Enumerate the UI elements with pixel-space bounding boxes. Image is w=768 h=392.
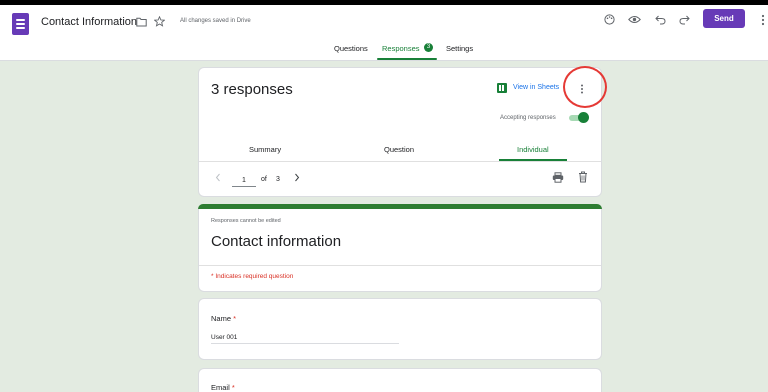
question-title: Name [211,314,232,323]
top-bar: Contact Information All changes saved in… [0,5,768,61]
pagination-total: 3 [276,176,280,183]
divider [199,265,601,266]
more-options-icon[interactable] [576,83,588,95]
question-card-name: Name * User 001 [198,298,602,360]
active-tab-indicator [377,58,437,60]
chevron-left-icon[interactable] [215,173,221,182]
subtab-question[interactable]: Question [384,145,414,154]
form-title: Contact information [211,233,342,250]
undo-icon[interactable] [655,15,666,25]
question-card-email: Email * [198,368,602,392]
responses-cannot-be-edited-note: Responses cannot be edited [211,218,281,224]
tab-settings[interactable]: Settings [446,44,473,53]
forms-logo-icon[interactable] [12,13,29,35]
subtab-individual[interactable]: Individual [517,145,549,154]
question-label: Name * [211,314,236,323]
chevron-right-icon[interactable] [294,173,300,182]
divider [199,161,601,162]
folder-icon[interactable] [136,17,147,27]
delete-icon[interactable] [578,171,588,183]
document-title[interactable]: Contact Information [41,16,137,28]
page-number-input[interactable] [232,174,256,187]
responses-count-title: 3 responses [211,81,293,98]
sheets-icon[interactable] [497,83,507,93]
required-question-note: * Indicates required question [211,273,294,280]
responses-count-badge: 3 [424,43,433,52]
star-icon[interactable] [154,16,165,27]
subtab-summary[interactable]: Summary [249,145,281,154]
form-header-card: Responses cannot be edited Contact infor… [198,204,602,292]
redo-icon[interactable] [679,15,690,25]
tab-responses[interactable]: Responses [382,44,420,53]
form-accent-border [198,204,602,209]
required-star: * [231,383,235,392]
save-status: All changes saved in Drive [180,18,251,24]
required-star: * [233,314,237,323]
answer-underline [211,343,399,344]
more-vert-icon[interactable] [760,13,766,27]
toggle-knob[interactable] [578,112,589,123]
responses-summary-card: 3 responses View in Sheets Accepting res… [198,67,602,197]
accepting-responses-label: Accepting responses [500,115,556,121]
question-answer: User 001 [211,334,238,341]
eye-icon[interactable] [628,15,641,24]
palette-icon[interactable] [604,14,615,25]
pagination-of-label: of [261,176,267,183]
question-title: Email [211,383,230,392]
send-button[interactable]: Send [703,9,745,28]
question-label: Email * [211,383,235,392]
view-in-sheets-link[interactable]: View in Sheets [513,84,559,91]
print-icon[interactable] [552,172,564,183]
tab-questions[interactable]: Questions [334,44,368,53]
